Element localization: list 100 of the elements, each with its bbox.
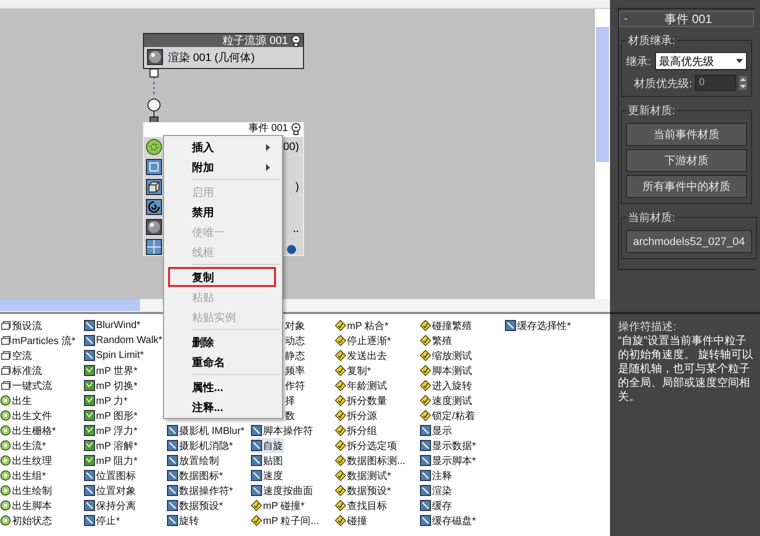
depot-item[interactable]: 注释 [420, 468, 453, 483]
vertical-scrollbar[interactable] [595, 9, 610, 299]
depot-item[interactable]: 缓存 [420, 498, 453, 513]
depot-item[interactable]: 一键式流 [0, 378, 53, 393]
depot-item[interactable]: mP 阻力* [84, 453, 138, 468]
depot-item[interactable]: 出生脚本 [0, 498, 53, 513]
depot-item[interactable]: 锁定/粘着 [420, 408, 476, 423]
depot-item[interactable]: 繁殖 [420, 333, 453, 348]
depot-item[interactable]: 拆分数量 [335, 393, 388, 408]
lightbulb-icon[interactable] [291, 34, 301, 46]
depot-item[interactable]: 进入旋转 [420, 378, 473, 393]
depot-item[interactable]: mP 力* [84, 393, 128, 408]
depot-item[interactable]: 摄影机消隐* [167, 438, 234, 453]
depot-item[interactable]: 放置绘制 [167, 453, 220, 468]
menu-item[interactable]: 注释... [168, 397, 276, 417]
depot-item[interactable]: 数据图标测... [335, 453, 406, 468]
depot-item[interactable]: 保持分离 [84, 498, 137, 513]
menu-item[interactable]: 复制 [168, 267, 276, 287]
depot-item[interactable]: 发送出去 [335, 348, 388, 363]
material-button[interactable]: 当前事件材质 [626, 123, 747, 146]
depot-item[interactable]: 数据图标* [167, 468, 224, 483]
depot-item[interactable]: 数据预设* [167, 498, 224, 513]
depot-item[interactable]: 择 [285, 393, 296, 408]
menu-item[interactable]: 删除 [168, 332, 276, 352]
depot-item[interactable]: 复制* [335, 363, 372, 378]
depot-item[interactable]: 碰撞繁殖 [420, 318, 473, 333]
depot-item[interactable]: 拆分组 [335, 423, 378, 438]
depot-item[interactable]: 缩放测试 [420, 348, 473, 363]
menu-item[interactable]: 附加 [168, 157, 276, 177]
depot-item[interactable]: 拆分源 [335, 408, 378, 423]
depot-item[interactable]: 对象 [285, 318, 306, 333]
square-icon [167, 485, 178, 496]
depot-item[interactable]: 脚本测试 [420, 363, 473, 378]
menu-item[interactable]: 禁用 [168, 202, 276, 222]
depot-item[interactable]: 年龄测试 [335, 378, 388, 393]
rollout-header[interactable]: - 事件 001 [619, 11, 754, 27]
depot-item[interactable]: mP 粒子间... [251, 513, 320, 528]
depot-item[interactable]: Spin Limit* [84, 348, 145, 363]
depot-item[interactable]: mP 世界* [84, 363, 138, 378]
depot-item[interactable]: 显示 [420, 423, 453, 438]
source-node[interactable]: 粒子流源 001 渲染 001 (几何体) [143, 33, 304, 69]
depot-item[interactable]: 作符 [285, 378, 306, 393]
caret-icon[interactable] [736, 59, 743, 63]
depot-item[interactable]: 显示数据* [420, 438, 477, 453]
depot-item[interactable]: 自旋 [251, 438, 284, 453]
depot-item[interactable]: 出生组* [0, 468, 47, 483]
depot-item[interactable]: 数据测试* [335, 468, 392, 483]
priority-spinner[interactable]: 0 [695, 75, 736, 91]
depot-item[interactable]: 频率 [285, 363, 306, 378]
depot-item[interactable]: 预设流 [0, 318, 43, 333]
menu-item[interactable]: 重命名 [168, 352, 276, 372]
lightbulb-icon[interactable] [291, 123, 301, 135]
depot-item[interactable]: 出生栅格* [0, 423, 57, 438]
depot-item[interactable]: mParticles 流* [0, 333, 76, 348]
depot-item[interactable]: 查找目标 [335, 498, 388, 513]
depot-item[interactable]: mP 溶解* [84, 438, 138, 453]
depot-item[interactable]: 停止* [84, 513, 121, 528]
depot-item[interactable]: 速度按曲面 [251, 483, 314, 498]
depot-item[interactable]: mP 碰撞* [251, 498, 306, 513]
depot-item[interactable]: 碰撞 [335, 513, 368, 528]
depot-item[interactable]: 显示脚本* [420, 453, 477, 468]
depot-item[interactable]: 脚本操作符 [251, 423, 314, 438]
depot-item[interactable]: 速度测试 [420, 393, 473, 408]
depot-item[interactable]: 初始状态 [0, 513, 53, 528]
depot-item[interactable]: mP 图形* [84, 408, 138, 423]
depot-item[interactable]: 动态 [285, 333, 306, 348]
depot-item[interactable]: 缓存选择性* [505, 318, 572, 333]
depot-item[interactable]: 静态 [285, 348, 306, 363]
depot-item[interactable]: BlurWind* [84, 318, 142, 333]
depot-item[interactable]: 出生流* [0, 438, 47, 453]
menu-item[interactable]: 插入 [168, 137, 276, 157]
depot-item[interactable]: 标准流 [0, 363, 43, 378]
depot-item[interactable]: 渲染 [420, 483, 453, 498]
depot-item[interactable]: 出生 [0, 393, 33, 408]
depot-item[interactable]: 位置对象 [84, 483, 137, 498]
depot-item[interactable]: 数据操作符* [167, 483, 234, 498]
material-button[interactable]: 下游材质 [626, 149, 747, 172]
inherit-dropdown[interactable]: 最高优先级 [655, 52, 747, 70]
depot-item[interactable]: mP 切换* [84, 378, 138, 393]
depot-item[interactable]: 数据预设* [335, 483, 392, 498]
depot-item[interactable]: 出生文件 [0, 408, 53, 423]
depot-item[interactable]: 旋转 [167, 513, 200, 528]
depot-item[interactable]: 缓存磁盘* [420, 513, 477, 528]
material-button[interactable]: 所有事件中的材质 [626, 175, 747, 198]
depot-item[interactable]: mP 浮力* [84, 423, 138, 438]
depot-item[interactable]: 出生纹理 [0, 453, 53, 468]
spinner-arrows-icon[interactable] [739, 76, 747, 90]
depot-item[interactable]: 数 [285, 408, 296, 423]
menu-item[interactable]: 属性... [168, 377, 276, 397]
depot-item[interactable]: 停止逐渐* [335, 333, 392, 348]
depot-item[interactable]: 贴图 [251, 453, 284, 468]
material-button[interactable]: archmodels52_027_04 [626, 230, 752, 253]
depot-item[interactable]: 空流 [0, 348, 33, 363]
depot-item[interactable]: 摄影机 IMBlur* [167, 423, 246, 438]
depot-item[interactable]: Random Walk* [84, 333, 164, 348]
depot-item[interactable]: 速度 [251, 468, 284, 483]
depot-item[interactable]: 拆分选定项 [335, 438, 398, 453]
depot-item[interactable]: 位置图标 [84, 468, 137, 483]
depot-item[interactable]: 出生绘制 [0, 483, 53, 498]
depot-item[interactable]: mP 粘合* [335, 318, 390, 333]
